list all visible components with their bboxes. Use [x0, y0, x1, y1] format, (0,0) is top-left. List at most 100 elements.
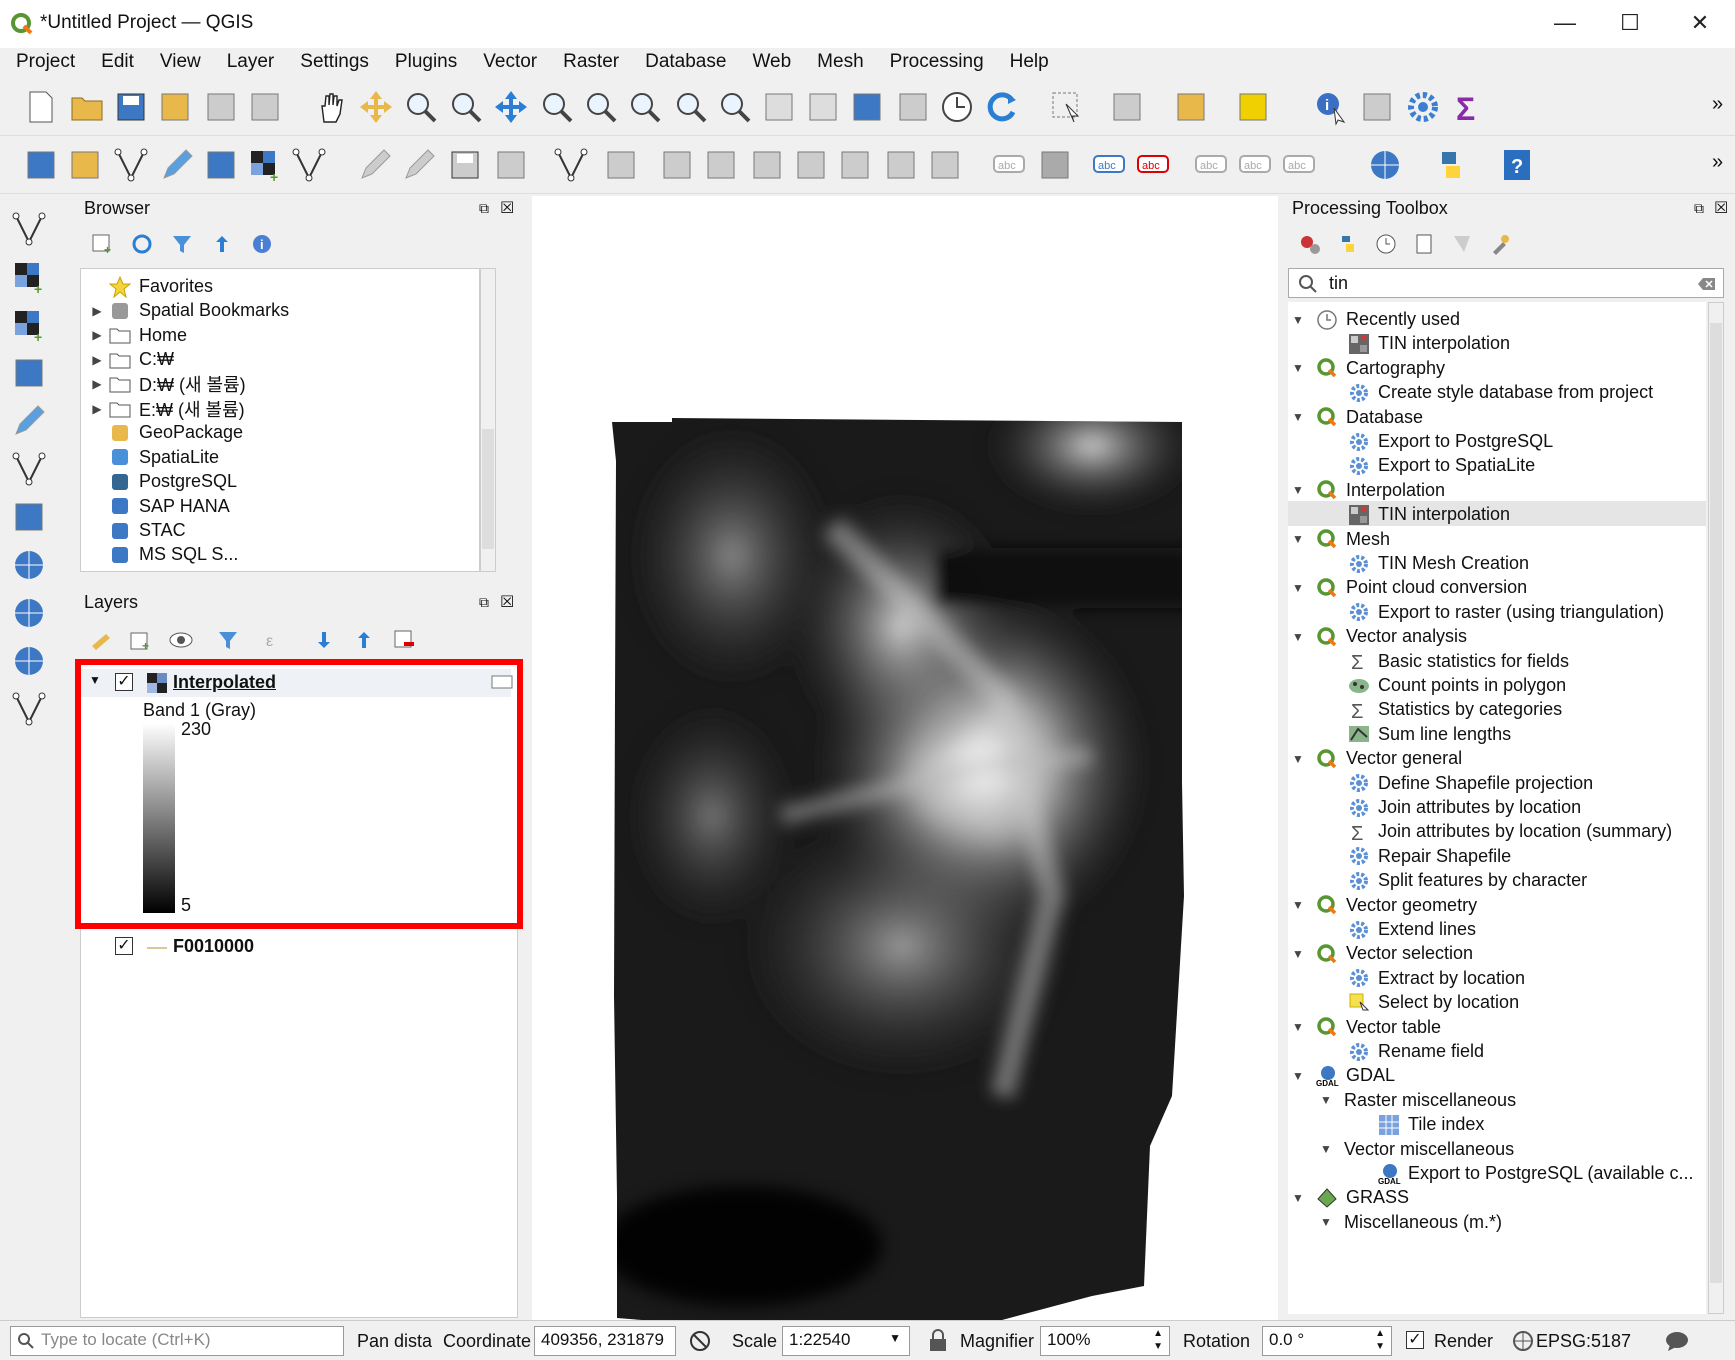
style-icon[interactable] [88, 628, 114, 652]
layer-name-interpolated[interactable]: Interpolated [173, 672, 276, 693]
qgis-cloud-icon[interactable] [1366, 146, 1404, 184]
toolbox-group-interpolation[interactable]: ▼ Interpolation [1288, 477, 1445, 504]
select-features-icon[interactable] [1048, 88, 1086, 126]
expand-arrow-icon[interactable]: ▶ [87, 353, 107, 367]
collapse-arrow-icon[interactable]: ▼ [1288, 581, 1308, 595]
coordinate-field[interactable]: 409356, 231879 [534, 1326, 676, 1356]
vertex-editor-icon[interactable] [552, 146, 590, 184]
menu-vector[interactable]: Vector [467, 48, 547, 78]
menu-layer[interactable]: Layer [211, 48, 285, 78]
collapse-arrow-icon[interactable]: ▼ [89, 673, 101, 687]
layer-row-interpolated[interactable] [81, 669, 511, 697]
algorithm-join-attributes-by-location-summary[interactable]: Σ Join attributes by location (summary) [1348, 818, 1672, 845]
algorithm-extend-lines[interactable]: Extend lines [1348, 916, 1476, 943]
algorithm-sum-line-lengths[interactable]: Sum line lengths [1348, 721, 1511, 748]
rotation-spinbox[interactable]: 0.0 ° ▲ ▼ [1262, 1326, 1392, 1356]
maximize-button[interactable]: ☐ [1600, 6, 1660, 40]
collapse-arrow-icon[interactable]: ▼ [1288, 361, 1308, 375]
collapse-arrow-icon[interactable]: ▼ [1288, 483, 1308, 497]
menu-processing[interactable]: Processing [874, 48, 994, 78]
locator-input[interactable]: Type to locate (Ctrl+K) [10, 1326, 344, 1356]
new-spatialite-icon[interactable] [158, 146, 196, 184]
toolbox-search-field[interactable]: tin [1288, 268, 1724, 298]
menu-help[interactable]: Help [994, 48, 1059, 78]
modify-attributes-icon[interactable] [658, 146, 696, 184]
browser-item-d[interactable]: ▶ D:₩ (새 볼륨) [87, 371, 245, 398]
algorithm-tin-interpolation[interactable]: TIN interpolation [1348, 501, 1510, 528]
select-by-value-icon[interactable] [1234, 88, 1272, 126]
toolbox-scrollbar[interactable] [1708, 302, 1724, 1314]
browser-item-favorites[interactable]: Favorites [87, 273, 213, 300]
toolbox-group-vector-table[interactable]: ▼ Vector table [1288, 1014, 1441, 1041]
results-icon[interactable] [1412, 232, 1436, 256]
menu-settings[interactable]: Settings [284, 48, 379, 78]
toolbox-group-vector-analysis[interactable]: ▼ Vector analysis [1288, 623, 1467, 650]
undo-icon[interactable] [882, 146, 920, 184]
browser-item-home[interactable]: ▶ Home [87, 322, 187, 349]
menu-project[interactable]: Project [0, 48, 85, 78]
statistics-icon[interactable]: Σ [1448, 88, 1486, 127]
filter-icon[interactable] [170, 232, 194, 256]
label-highlight-icon[interactable]: abc [1134, 146, 1172, 184]
layer-visibility-checkbox[interactable]: ✓ [115, 937, 133, 955]
redo-icon[interactable] [926, 146, 964, 184]
menu-edit[interactable]: Edit [85, 48, 144, 78]
zoom-last-icon[interactable] [672, 88, 710, 126]
algorithm-export-to-spatialite[interactable]: Export to SpatiaLite [1348, 452, 1535, 479]
collapse-arrow-icon[interactable]: ▼ [1288, 1069, 1308, 1083]
add-group-icon[interactable]: + [128, 628, 154, 652]
algorithm-statistics-by-categories[interactable]: Σ Statistics by categories [1348, 696, 1562, 723]
zoom-selection-icon[interactable] [538, 88, 576, 126]
open-project-icon[interactable] [68, 88, 106, 126]
vertex-tool-icon[interactable] [290, 146, 328, 184]
expand-all-icon[interactable] [312, 628, 338, 652]
algorithm-extract-by-location[interactable]: Extract by location [1348, 965, 1525, 992]
expand-arrow-icon[interactable]: ▶ [87, 377, 107, 391]
python-console-icon[interactable] [1432, 146, 1470, 184]
add-virtual-layer-icon[interactable] [10, 450, 54, 494]
browser-item-e[interactable]: ▶ E:₩ (새 볼륨) [87, 395, 244, 422]
zoom-next-icon[interactable] [716, 88, 754, 126]
processing-toolbox-icon[interactable] [1404, 88, 1442, 126]
float-icon[interactable]: ⧉ [479, 200, 489, 217]
new-bookmark-icon[interactable] [760, 88, 798, 126]
extents-toggle-icon[interactable] [688, 1329, 712, 1353]
float-icon[interactable]: ⧉ [1694, 200, 1704, 217]
toolbox-subgroup-raster-miscellaneous[interactable]: ▼ Raster miscellaneous [1316, 1087, 1516, 1114]
current-edits-icon[interactable] [22, 146, 60, 184]
collapse-arrow-icon[interactable]: ▼ [1316, 1142, 1336, 1156]
collapse-arrow-icon[interactable]: ▼ [1288, 313, 1308, 327]
algorithm-split-features-by-character[interactable]: Split features by character [1348, 867, 1587, 894]
toolbox-group-grass[interactable]: ▼ GRASS [1288, 1184, 1409, 1211]
algorithm-tile-index[interactable]: Tile index [1378, 1111, 1484, 1138]
algorithm-tin-mesh-creation[interactable]: TIN Mesh Creation [1348, 550, 1529, 577]
collapse-arrow-icon[interactable]: ▼ [1316, 1093, 1336, 1107]
visibility-icon[interactable] [168, 628, 202, 652]
toggle-editing-icon[interactable] [66, 146, 104, 184]
toolbox-group-mesh[interactable]: ▼ Mesh [1288, 526, 1390, 553]
toolbox-subgroup-miscellaneous-m[interactable]: ▼ Miscellaneous (m.*) [1316, 1209, 1502, 1236]
pan-to-selection-icon[interactable] [357, 88, 395, 126]
save-project-icon[interactable] [112, 88, 150, 126]
deselect-icon[interactable] [1108, 88, 1146, 126]
toolbox-group-vector-general[interactable]: ▼ Vector general [1288, 745, 1462, 772]
toolbox-search-value[interactable]: tin [1329, 273, 1348, 294]
add-line-icon[interactable] [492, 146, 530, 184]
algorithm-join-attributes-by-location[interactable]: Join attributes by location [1348, 794, 1581, 821]
algorithm-export-to-raster-using-triangulation[interactable]: Export to raster (using triangulation) [1348, 599, 1664, 626]
algorithm-count-points-in-polygon[interactable]: Count points in polygon [1348, 672, 1566, 699]
close-button[interactable]: ✕ [1670, 6, 1730, 40]
close-panel-icon[interactable]: ☒ [1714, 198, 1728, 218]
algorithm-export-to-postgresql[interactable]: Export to PostgreSQL [1348, 428, 1553, 455]
toolbox-subgroup-vector-miscellaneous[interactable]: ▼ Vector miscellaneous [1316, 1136, 1514, 1163]
add-spatialite-icon[interactable] [10, 402, 54, 446]
magnifier-spinbox[interactable]: 100% ▲ ▼ [1040, 1326, 1170, 1356]
add-delimited-text-icon[interactable] [10, 354, 54, 398]
expand-arrow-icon[interactable]: ▶ [87, 402, 107, 416]
algorithm-repair-shapefile[interactable]: Repair Shapefile [1348, 843, 1511, 870]
menu-plugins[interactable]: Plugins [379, 48, 467, 78]
pencil-icon[interactable] [400, 146, 438, 184]
lock-scale-icon[interactable] [928, 1329, 948, 1353]
refresh-icon[interactable] [982, 88, 1020, 126]
save-edits-icon[interactable] [446, 146, 484, 184]
